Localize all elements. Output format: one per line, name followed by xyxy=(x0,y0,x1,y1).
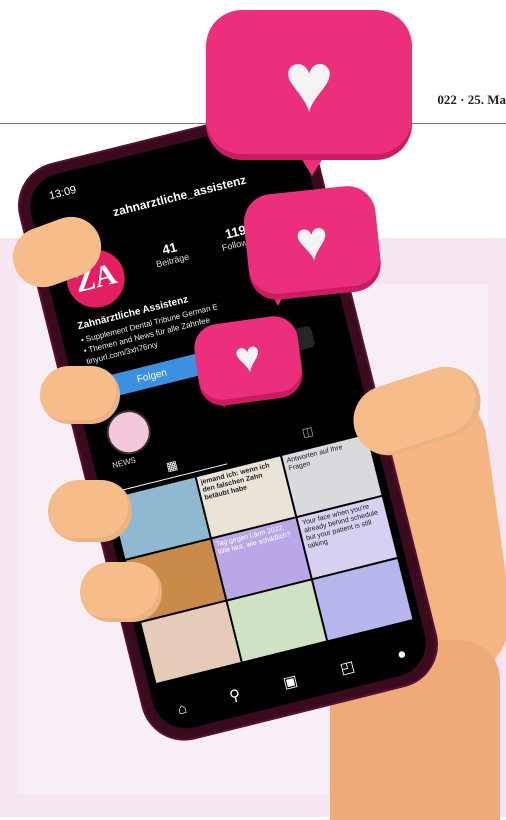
heart-bubble-medium: ♥ xyxy=(241,183,383,297)
heart-icon: ♥ xyxy=(284,34,334,129)
profile-username: zahnarztliche_assistenz xyxy=(111,172,248,220)
tagged-icon[interactable]: ◫ xyxy=(301,424,315,440)
highlight-label: NEWS xyxy=(111,455,137,471)
heart-icon: ♥ xyxy=(292,206,332,274)
page-header-text: 022 · 25. Ma xyxy=(437,92,506,107)
status-time: 13:09 xyxy=(47,183,78,203)
heart-bubble-small: ♥ xyxy=(191,313,305,403)
grid-icon[interactable]: ▦ xyxy=(165,458,179,474)
home-icon[interactable]: ⌂ xyxy=(176,699,189,718)
heart-bubble-large: ♥ xyxy=(206,10,412,154)
finger-left-1 xyxy=(40,366,120,424)
shop-icon[interactable]: ◰ xyxy=(338,657,356,678)
posts-stat[interactable]: 41 Beiträge xyxy=(139,234,203,273)
search-icon[interactable]: ⚲ xyxy=(227,685,243,705)
finger-left-2 xyxy=(48,480,132,542)
heart-icon: ♥ xyxy=(231,331,265,384)
reels-icon[interactable]: ▣ xyxy=(281,671,300,692)
finger-left-3 xyxy=(80,562,162,622)
profile-nav-icon[interactable]: ● xyxy=(395,644,408,663)
